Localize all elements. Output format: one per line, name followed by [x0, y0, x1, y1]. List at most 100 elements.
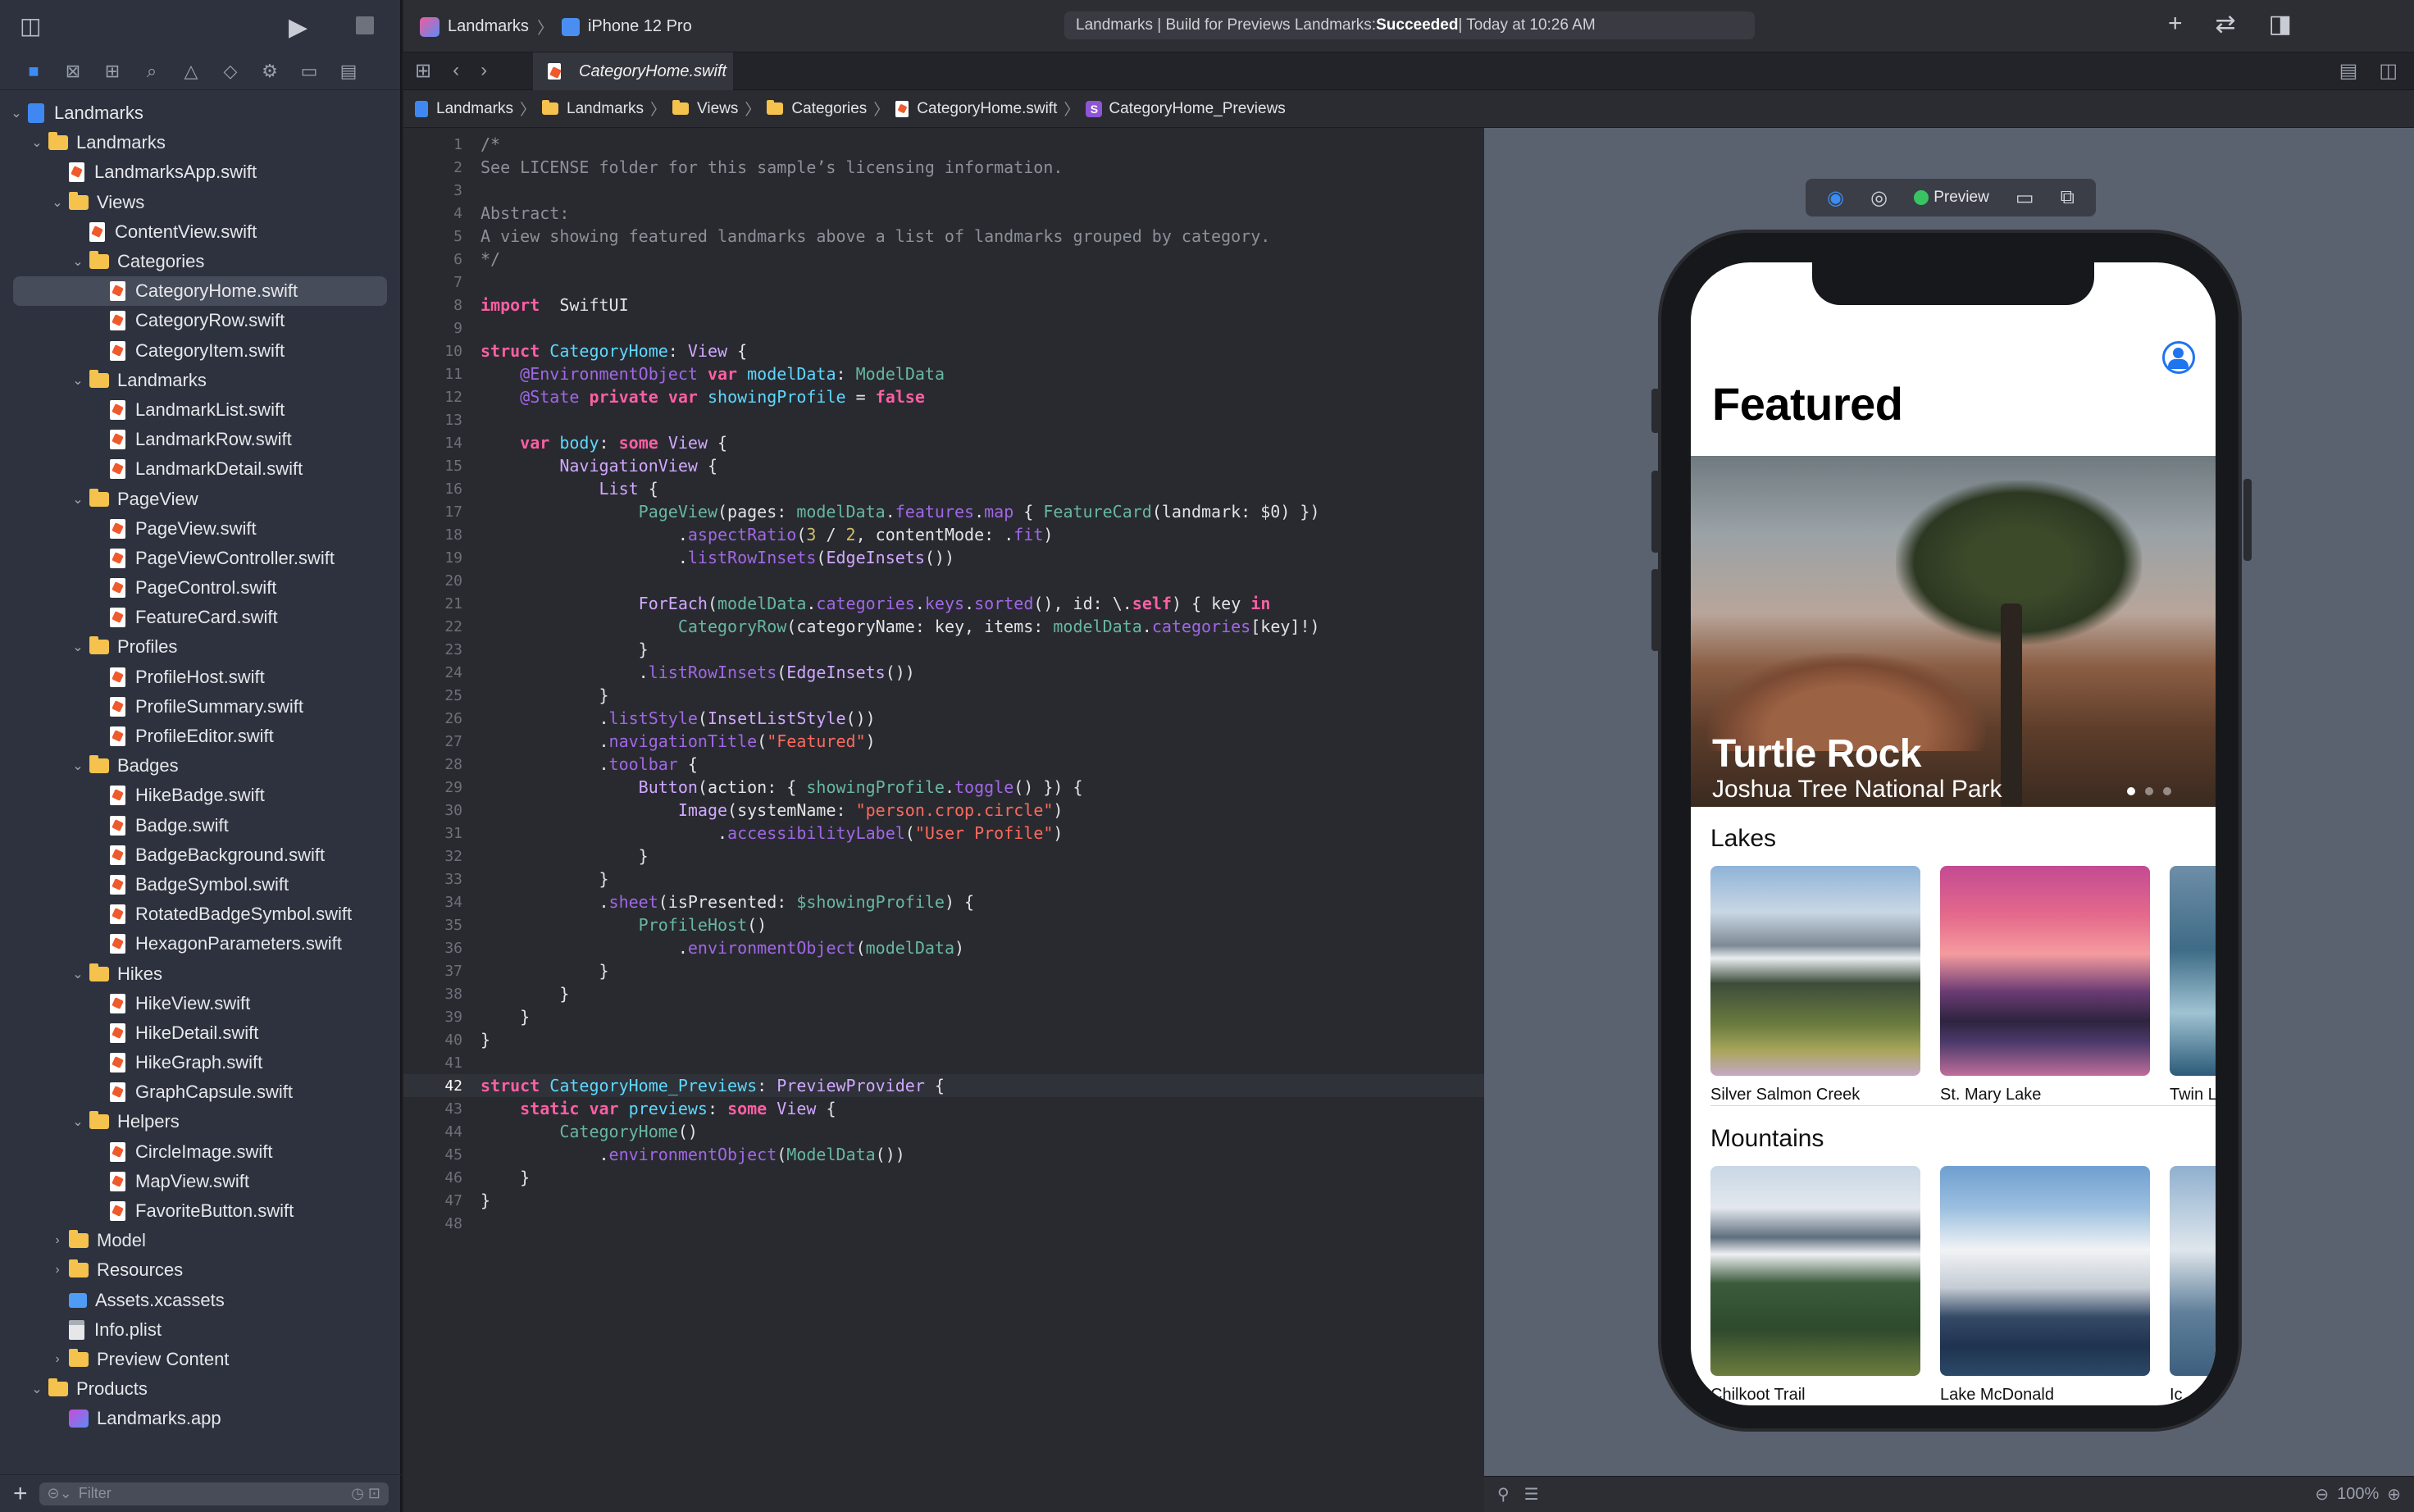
- filter-field[interactable]: ⊝⌄ Filter ◷ ⊡: [39, 1482, 389, 1505]
- code-line[interactable]: 20: [403, 569, 1484, 592]
- chevron-down-icon[interactable]: ⌄: [29, 1381, 45, 1397]
- chevron-down-icon[interactable]: ⌄: [70, 491, 86, 508]
- page-dot[interactable]: [2127, 787, 2135, 795]
- code-line[interactable]: 21 ForEach(modelData.categories.keys.sor…: [403, 592, 1484, 615]
- sidebar-item[interactable]: ⌄ Badges: [0, 751, 400, 781]
- preview-button[interactable]: Preview: [1914, 189, 1989, 207]
- code-line[interactable]: 35 ProfileHost(): [403, 913, 1484, 936]
- chevron-down-icon[interactable]: ⌄: [70, 253, 86, 270]
- breadcrumb-item[interactable]: Landmarks: [542, 100, 644, 118]
- pin-icon[interactable]: ⚲: [1497, 1484, 1510, 1505]
- sidebar-item[interactable]: › Preview Content: [0, 1345, 400, 1374]
- filter-options-icon[interactable]: ⊝⌄: [48, 1485, 72, 1502]
- live-preview-icon[interactable]: ◉: [1827, 186, 1844, 210]
- code-line[interactable]: 10 struct CategoryHome: View {: [403, 339, 1484, 362]
- sidebar-item[interactable]: CategoryItem.swift: [0, 336, 400, 366]
- code-line[interactable]: 22 CategoryRow(categoryName: key, items:…: [403, 615, 1484, 638]
- zoom-level[interactable]: 100%: [2337, 1485, 2379, 1504]
- code-line[interactable]: 11 @EnvironmentObject var modelData: Mod…: [403, 362, 1484, 385]
- code-line[interactable]: 15 NavigationView {: [403, 454, 1484, 477]
- add-icon[interactable]: +: [13, 1481, 28, 1506]
- duplicate-preview-icon[interactable]: ⧉: [2061, 186, 2075, 209]
- tab-categoryhome[interactable]: CategoryHome.swift: [533, 52, 733, 90]
- code-line[interactable]: 40}: [403, 1028, 1484, 1051]
- split-editor-icon[interactable]: ◫: [2379, 59, 2398, 83]
- sidebar-item[interactable]: PageViewController.swift: [0, 544, 400, 573]
- category-item[interactable]: St. Mary Lake: [1940, 866, 2150, 1104]
- code-line[interactable]: 28 .toolbar {: [403, 753, 1484, 776]
- chevron-down-icon[interactable]: ⌄: [29, 134, 45, 151]
- sidebar-item[interactable]: GraphCapsule.swift: [0, 1077, 400, 1107]
- related-items-icon[interactable]: ⊞: [415, 59, 431, 83]
- code-line[interactable]: 6 */: [403, 248, 1484, 271]
- chevron-right-icon[interactable]: ›: [49, 1352, 66, 1367]
- device-settings-icon[interactable]: ▭: [2015, 186, 2034, 210]
- selectable-mode-icon[interactable]: ◎: [1870, 186, 1888, 210]
- sidebar-item[interactable]: HikeDetail.swift: [0, 1018, 400, 1048]
- code-line[interactable]: 44 CategoryHome(): [403, 1120, 1484, 1143]
- breadcrumb-item[interactable]: Categories: [767, 100, 867, 118]
- code-line[interactable]: 36 .environmentObject(modelData): [403, 936, 1484, 959]
- sidebar-item[interactable]: MapView.swift: [0, 1167, 400, 1196]
- sidebar-item[interactable]: HexagonParameters.swift: [0, 929, 400, 959]
- breadcrumb-item[interactable]: Landmarks: [415, 100, 513, 118]
- chevron-down-icon[interactable]: ⌄: [49, 194, 66, 211]
- chevron-down-icon[interactable]: ⌄: [70, 639, 86, 655]
- code-line[interactable]: 2 See LICENSE folder for this sample’s li…: [403, 156, 1484, 179]
- device-name[interactable]: iPhone 12 Pro: [588, 17, 692, 36]
- user-profile-icon[interactable]: [2162, 341, 2195, 374]
- folder-icon[interactable]: ■: [23, 61, 44, 80]
- code-line[interactable]: 19 .listRowInsets(EdgeInsets()): [403, 546, 1484, 569]
- page-control[interactable]: [2127, 787, 2171, 795]
- stop-button[interactable]: [356, 16, 374, 34]
- sidebar-item[interactable]: FavoriteButton.swift: [0, 1196, 400, 1226]
- chevron-down-icon[interactable]: ⌄: [8, 105, 25, 121]
- sidebar-item[interactable]: ⌄ PageView: [0, 484, 400, 513]
- category-item[interactable]: Lake McDonald: [1940, 1166, 2150, 1405]
- code-line[interactable]: 45 .environmentObject(ModelData()): [403, 1143, 1484, 1166]
- category-item[interactable]: Twin L: [2170, 866, 2216, 1104]
- sidebar-item[interactable]: ProfileHost.swift: [0, 663, 400, 692]
- sidebar-item[interactable]: BadgeSymbol.swift: [0, 870, 400, 899]
- code-line[interactable]: 23 }: [403, 638, 1484, 661]
- source-editor[interactable]: 1 /* 2 See LICENSE folder for this sample’s…: [403, 128, 1484, 1512]
- sidebar-item[interactable]: Assets.xcassets: [0, 1286, 400, 1315]
- sidebar-item[interactable]: CategoryRow.swift: [0, 306, 400, 335]
- recent-files-icon[interactable]: ◷ ⊡: [351, 1485, 380, 1502]
- sidebar-item[interactable]: LandmarkList.swift: [0, 395, 400, 425]
- sidebar-item[interactable]: Landmarks.app: [0, 1404, 400, 1433]
- debug-icon[interactable]: ⚙: [259, 61, 280, 80]
- code-line[interactable]: 8 import SwiftUI: [403, 294, 1484, 317]
- find-icon[interactable]: ⌕: [141, 61, 162, 80]
- sidebar-item[interactable]: ⌄ Profiles: [0, 632, 400, 662]
- forward-icon[interactable]: ›: [481, 59, 487, 83]
- code-line[interactable]: 18 .aspectRatio(3 / 2, contentMode: .fit…: [403, 523, 1484, 546]
- code-line[interactable]: 4 Abstract:: [403, 202, 1484, 225]
- sidebar-item[interactable]: Info.plist: [0, 1315, 400, 1345]
- report-icon[interactable]: ▤: [338, 61, 359, 80]
- feature-card[interactable]: Turtle Rock Joshua Tree National Park: [1691, 456, 2216, 807]
- code-line[interactable]: 5 A view showing featured landmarks above…: [403, 225, 1484, 248]
- code-line[interactable]: 41: [403, 1051, 1484, 1074]
- sidebar-item[interactable]: ⌄ Landmarks: [0, 128, 400, 157]
- scheme-selector[interactable]: Landmarks 〉 iPhone 12 Pro: [420, 15, 692, 39]
- sidebar-item[interactable]: FeatureCard.swift: [0, 603, 400, 632]
- code-line[interactable]: 31 .accessibilityLabel("User Profile"): [403, 822, 1484, 845]
- sidebar-item[interactable]: › Resources: [0, 1255, 400, 1285]
- sidebar-item[interactable]: ⌄ Products: [0, 1374, 400, 1404]
- sidebar-item[interactable]: ⌄ Views: [0, 188, 400, 217]
- category-row-lakes[interactable]: Silver Salmon Creek St. Mary Lake Twin L: [1710, 866, 2216, 1104]
- sidebar-item[interactable]: ProfileEditor.swift: [0, 722, 400, 751]
- sidebar-item[interactable]: ContentView.swift: [0, 217, 400, 247]
- code-line[interactable]: 24 .listRowInsets(EdgeInsets()): [403, 661, 1484, 684]
- chevron-down-icon[interactable]: ⌄: [70, 1114, 86, 1130]
- sidebar-item[interactable]: CategoryHome.swift: [13, 276, 387, 307]
- sidebar-item[interactable]: HikeBadge.swift: [0, 781, 400, 810]
- sidebar-item[interactable]: PageControl.swift: [0, 573, 400, 603]
- sidebar-item[interactable]: ProfileSummary.swift: [0, 692, 400, 722]
- list-icon[interactable]: ☰: [1524, 1484, 1539, 1505]
- code-line[interactable]: 37 }: [403, 959, 1484, 982]
- sidebar-item[interactable]: Badge.swift: [0, 811, 400, 840]
- sidebar-item[interactable]: ⌄ Hikes: [0, 959, 400, 988]
- issue-icon[interactable]: △: [180, 61, 202, 80]
